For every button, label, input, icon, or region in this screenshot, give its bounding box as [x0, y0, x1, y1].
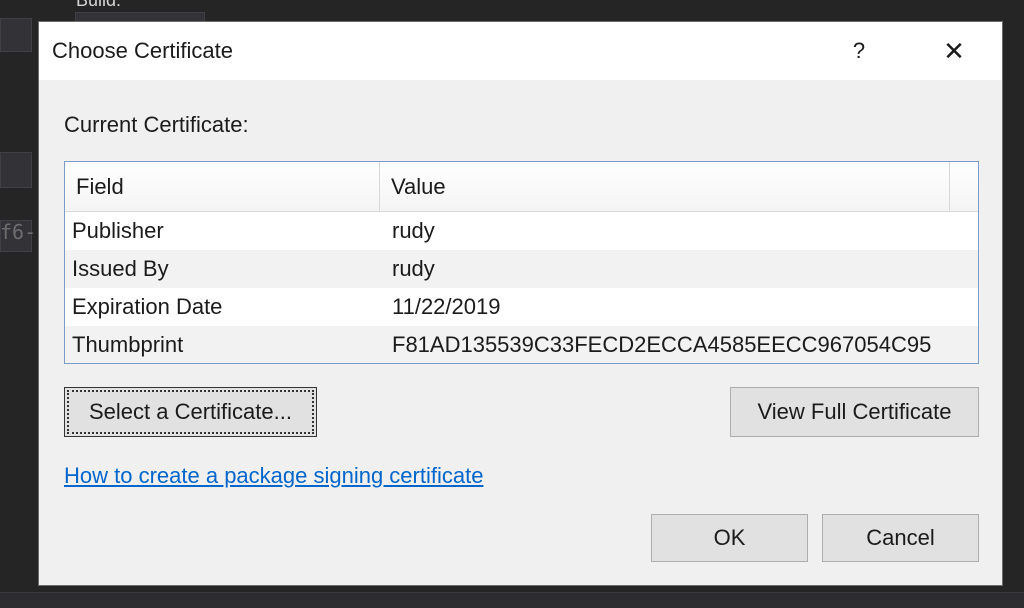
create-certificate-link[interactable]: How to create a package signing certific… — [64, 463, 483, 489]
build-label: Build: — [76, 0, 122, 10]
table-body: Publisher rudy Issued By rudy Expiration… — [65, 212, 978, 363]
help-icon: ? — [852, 38, 866, 63]
choose-certificate-dialog: Choose Certificate ? ✕ Current Certifica… — [38, 21, 1003, 586]
close-button[interactable]: ✕ — [924, 22, 984, 80]
row-field: Thumbprint — [72, 332, 184, 357]
column-header-value[interactable]: Value — [380, 162, 950, 212]
table-row[interactable]: Publisher rudy — [65, 212, 978, 250]
current-certificate-label: Current Certificate: — [64, 112, 249, 137]
certificate-table: Field Value Publisher rudy Issued By rud… — [64, 161, 979, 364]
view-full-certificate-button[interactable]: View Full Certificate — [730, 387, 979, 437]
row-field: Issued By — [72, 256, 169, 281]
row-value: rudy — [392, 218, 435, 243]
select-certificate-button[interactable]: Select a Certificate... — [64, 387, 317, 437]
background-strip — [0, 592, 1024, 608]
ok-button[interactable]: OK — [651, 514, 808, 562]
dialog-title: Choose Certificate — [52, 38, 233, 63]
column-header-field[interactable]: Field — [65, 162, 380, 212]
help-button[interactable]: ? — [829, 22, 889, 80]
close-icon: ✕ — [943, 35, 965, 66]
background-field — [0, 18, 32, 52]
row-value: rudy — [392, 256, 435, 281]
dialog-titlebar: Choose Certificate ? ✕ — [39, 22, 1002, 80]
row-field: Expiration Date — [72, 294, 223, 319]
cancel-button[interactable]: Cancel — [822, 514, 979, 562]
table-row[interactable]: Issued By rudy — [65, 250, 978, 288]
table-row[interactable]: Thumbprint F81AD135539C33FECD2ECCA4585EE… — [65, 326, 978, 363]
table-row[interactable]: Expiration Date 11/22/2019 — [65, 288, 978, 326]
table-header: Field Value — [65, 162, 978, 212]
row-field: Publisher — [72, 218, 164, 243]
background-field — [0, 152, 32, 188]
row-value: 11/22/2019 — [392, 294, 501, 319]
row-value: F81AD135539C33FECD2ECCA4585EECC967054C95 — [392, 332, 932, 357]
column-header-filler — [950, 162, 978, 212]
